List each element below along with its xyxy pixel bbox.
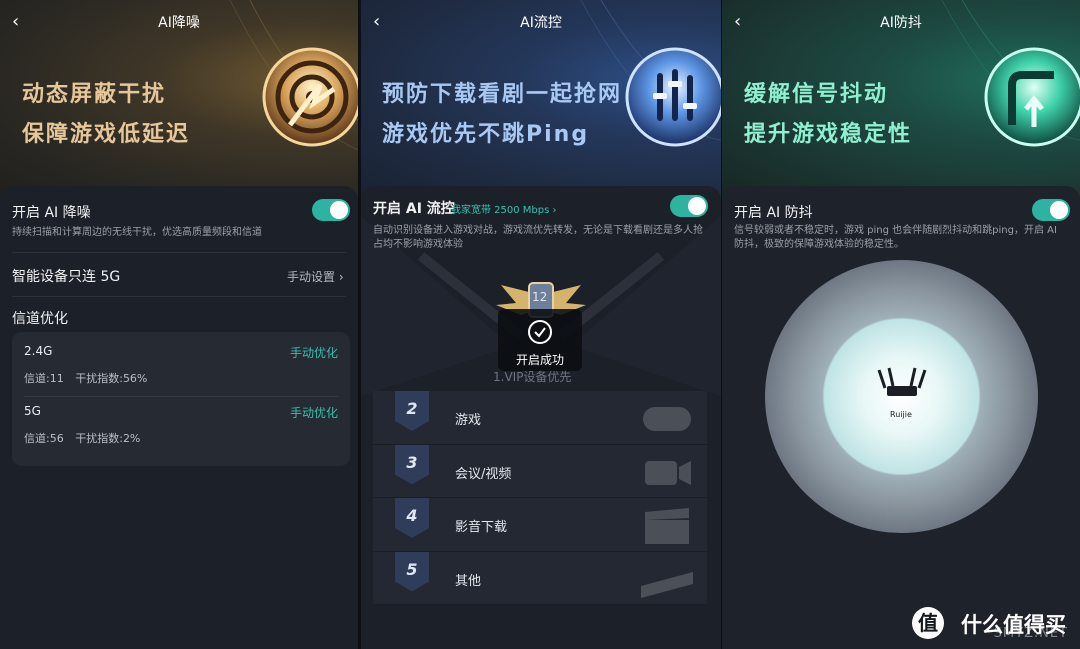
band-meta: 信道:11 干扰指数:56% — [24, 370, 147, 386]
broadband-speed-link[interactable]: 我家宽带 2500 Mbps › — [451, 201, 557, 216]
band-meta: 信道:56 干扰指数:2% — [24, 430, 140, 446]
ai-flow-toggle-title: 开启 AI 流控 — [373, 201, 455, 217]
ai-noise-desc: 持续扫描和计算周边的无线干扰，优选高质量频段和信道 — [12, 227, 262, 238]
interference-value: 56% — [122, 372, 148, 385]
ai-anti-jitter-screen: ‹ AI防抖 缓解信号抖动 提升游戏稳定性 开启 AI 防抖 信号较弱或者不稳定… — [722, 0, 1080, 649]
flow-control-badge-icon — [625, 47, 721, 147]
manual-setting-link[interactable]: 手动设置 › — [287, 268, 344, 285]
interference-label: 干扰指数: — [75, 372, 123, 385]
success-toast: 开启成功 — [498, 309, 582, 371]
slogan-line-1: 动态屏蔽干扰 — [22, 82, 167, 107]
priority-label: 影音下载 — [455, 520, 508, 535]
router-icon — [877, 367, 927, 396]
priority-number: 4 — [406, 506, 418, 525]
slogan-line-2: 游戏优先不跳Ping — [382, 122, 590, 147]
vip-badge-number: 12 — [532, 290, 548, 304]
film-icon — [641, 571, 693, 598]
vip-priority-label: 1.VIP设备优先 — [493, 370, 572, 384]
check-circle-icon — [528, 320, 552, 344]
ai-noise-toggle[interactable] — [312, 199, 350, 221]
anti-jitter-badge-icon — [984, 47, 1080, 147]
hero-banner: ‹ AI降噪 动态屏蔽干扰 保障游戏低延迟 — [0, 0, 358, 200]
toast-text: 开启成功 — [515, 353, 564, 367]
divider — [24, 396, 338, 397]
channel-value: 56 — [49, 432, 64, 445]
manual-setting-label: 手动设置 — [287, 270, 336, 284]
ai-flow-control-screen: ‹ AI流控 预防下载看剧一起抢网 游戏优先不跳Ping 开启 AI 流控 我家… — [361, 0, 721, 649]
clapperboard-icon — [645, 508, 689, 544]
slogan-line-1: 缓解信号抖动 — [744, 82, 889, 107]
manual-optimize-button-24g[interactable]: 手动优化 — [290, 344, 338, 361]
signal-radar: Ruijie — [765, 260, 1038, 533]
manual-optimize-button-5g[interactable]: 手动优化 — [290, 404, 338, 421]
priority-number: 2 — [406, 399, 418, 418]
priority-item[interactable]: 2 游戏 — [373, 391, 707, 445]
priority-label: 其他 — [455, 573, 482, 589]
interference-label: 干扰指数: — [75, 432, 123, 445]
priority-item[interactable]: 5 其他 — [373, 551, 707, 605]
slogan-line-2: 提升游戏稳定性 — [744, 122, 913, 147]
broadband-speed-label: 我家宽带 2500 Mbps — [451, 205, 550, 216]
video-camera-icon — [645, 460, 691, 485]
page-title: AI降噪 — [158, 15, 200, 31]
device-5g-title: 智能设备只连 5G — [12, 269, 121, 285]
ai-jitter-desc: 信号较弱或者不稳定时，游戏 ping 也会伴随剧烈抖动和跳ping，开启 AI … — [734, 225, 1057, 250]
channel-value: 11 — [49, 372, 64, 385]
channel-optimization-title: 信道优化 — [12, 311, 68, 327]
band-name: 2.4G — [24, 344, 53, 358]
ai-flow-desc: 自动识别设备进入游戏对战，游戏流优先转发，无论是下载看剧还是多人抢占均不影响游戏… — [373, 225, 703, 250]
ai-jitter-toggle[interactable] — [1032, 199, 1070, 221]
chevron-right-icon: › — [338, 270, 344, 284]
chevron-right-icon: › — [552, 205, 557, 216]
hero-banner: ‹ AI流控 预防下载看剧一起抢网 游戏优先不跳Ping — [361, 0, 721, 200]
priority-number: 5 — [406, 559, 418, 579]
priority-label: 会议/视频 — [455, 466, 512, 482]
divider — [12, 296, 346, 297]
channel-label: 信道: — [24, 432, 50, 445]
slogan-line-1: 预防下载看剧一起抢网 — [382, 82, 623, 107]
ai-noise-reduction-screen: ‹ AI降噪 动态屏蔽干扰 保障游戏低延迟 开启 AI 降噪 持续扫描和计算周边… — [0, 0, 358, 649]
settings-sheet: 开启 AI 降噪 持续扫描和计算周边的无线干扰，优选高质量频段和信道 智能设备只… — [0, 186, 358, 649]
ai-noise-toggle-title: 开启 AI 降噪 — [12, 205, 91, 221]
page-title: AI流控 — [520, 15, 562, 31]
router-brand-label: Ruijie — [890, 410, 912, 419]
band-name: 5G — [24, 404, 41, 418]
priority-item[interactable]: 4 影音下载 — [373, 498, 707, 552]
channel-card: 2.4G 手动优化 信道:11 干扰指数:56% 5G 手动优化 信道:56 干… — [12, 332, 350, 466]
ai-jitter-toggle-title: 开启 AI 防抖 — [734, 205, 813, 221]
ai-flow-toggle[interactable] — [670, 195, 708, 217]
priority-label: 游戏 — [455, 413, 482, 428]
divider — [12, 252, 346, 253]
priority-number: 3 — [406, 452, 418, 472]
priority-item[interactable]: 3 会议/视频 — [373, 444, 707, 498]
noise-shield-badge-icon — [262, 47, 358, 147]
priority-list: 2 游戏 3 会议/视频 4 影音下载 5 其他 — [373, 391, 707, 605]
watermark-site: SMYZ.NET — [993, 626, 1068, 641]
hero-banner: ‹ AI防抖 缓解信号抖动 提升游戏稳定性 — [722, 0, 1080, 200]
channel-label: 信道: — [24, 372, 50, 385]
page-title: AI防抖 — [880, 15, 922, 31]
interference-value: 2% — [122, 432, 141, 445]
gamepad-icon — [643, 407, 691, 431]
slogan-line-2: 保障游戏低延迟 — [22, 122, 191, 147]
zhide-logo-icon: 值 — [912, 607, 944, 639]
